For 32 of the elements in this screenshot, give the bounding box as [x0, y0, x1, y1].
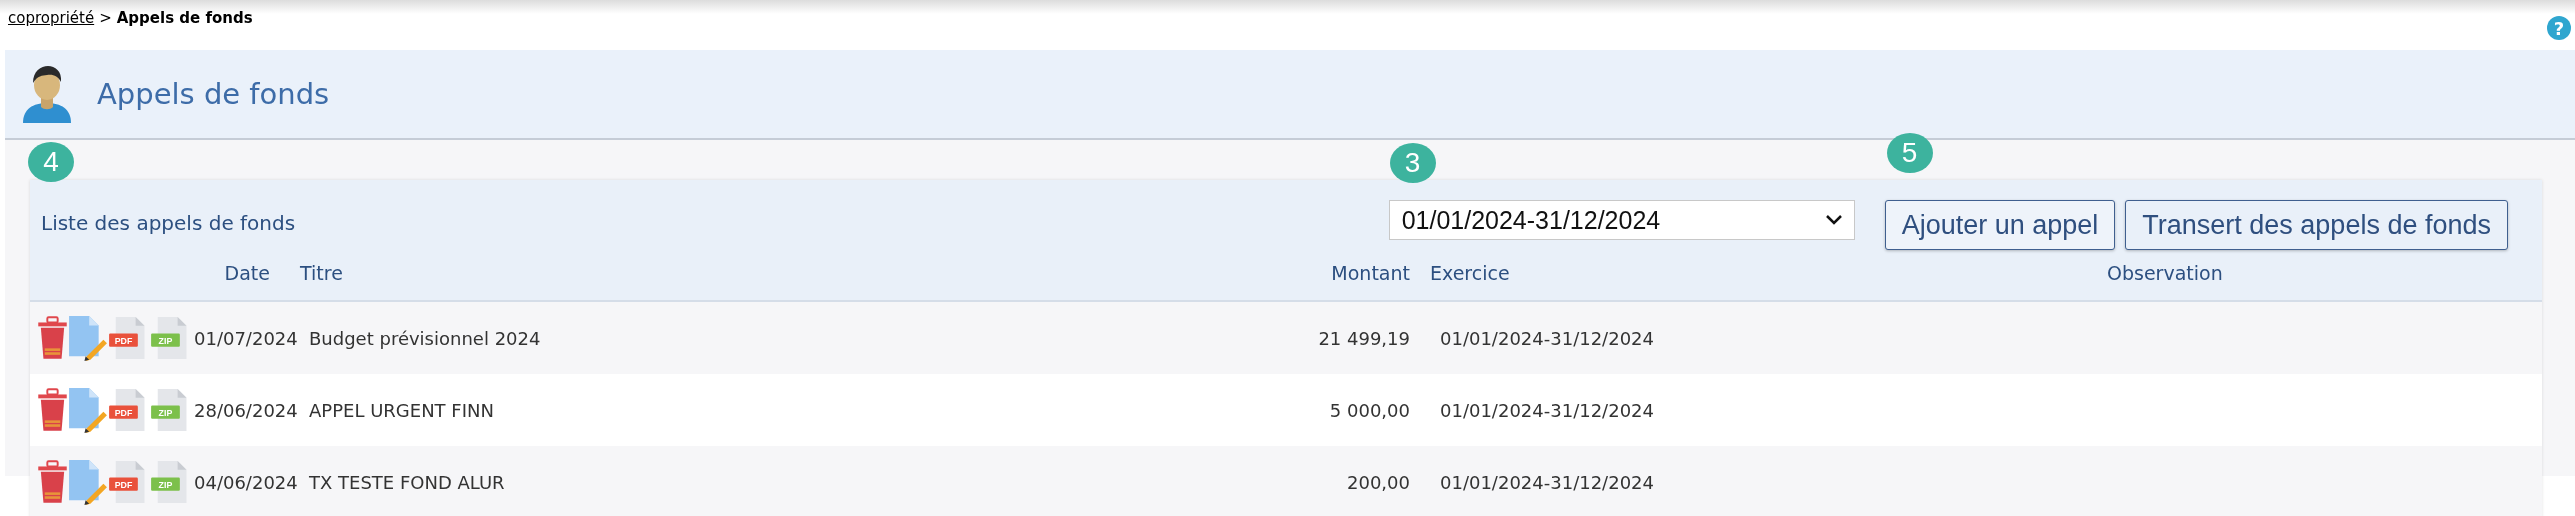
table-cell: 5 000,00: [1329, 399, 1410, 421]
step-marker: 3: [1389, 143, 1436, 183]
table-cell-text: TX TESTE FOND ALUR: [308, 471, 506, 493]
trash-icon[interactable]: [38, 388, 67, 432]
table-cell-text: 01/07/2024: [194, 327, 299, 349]
column-header: Titre: [300, 261, 343, 284]
table-cell-text: 28/06/2024: [194, 399, 299, 421]
breadcrumb-current: Appels de fonds: [116, 9, 253, 27]
table-cell-text: 01/01/2024-31/12/2024: [1439, 399, 1655, 421]
breadcrumb-link[interactable]: copropriété: [8, 9, 95, 27]
table-cell-text: APPEL URGENT FINN: [308, 399, 495, 421]
table-cell-text: 01/01/2024-31/12/2024: [1439, 327, 1655, 349]
table-cell-text: 04/06/2024: [194, 471, 299, 493]
table-cell: 200,00: [1347, 471, 1410, 493]
page-title: Appels de fonds: [97, 77, 330, 111]
table-cell: 21 499,19: [1318, 327, 1410, 349]
user-avatar-icon: [21, 63, 73, 125]
column-header: Observation: [2106, 261, 2223, 284]
step-marker: 5: [1886, 133, 1933, 173]
breadcrumb-separator: >: [99, 9, 112, 27]
trash-icon[interactable]: [38, 316, 67, 360]
list-title: Liste des appels de fonds: [41, 211, 297, 235]
column-header: Montant: [1331, 261, 1410, 284]
table-cell-text: 01/01/2024-31/12/2024: [1439, 471, 1655, 493]
column-header: Exercice: [1429, 261, 1510, 284]
column-header: Date: [224, 261, 271, 284]
transfer-button[interactable]: Transert des appels de fonds: [2125, 200, 2508, 250]
chevron-down-icon: [1825, 215, 1842, 225]
table-cell-text: Budget prévisionnel 2024: [308, 327, 542, 349]
step-marker: 4: [28, 142, 74, 182]
help-button[interactable]: ?: [2547, 16, 2571, 40]
trash-icon[interactable]: [38, 460, 67, 504]
